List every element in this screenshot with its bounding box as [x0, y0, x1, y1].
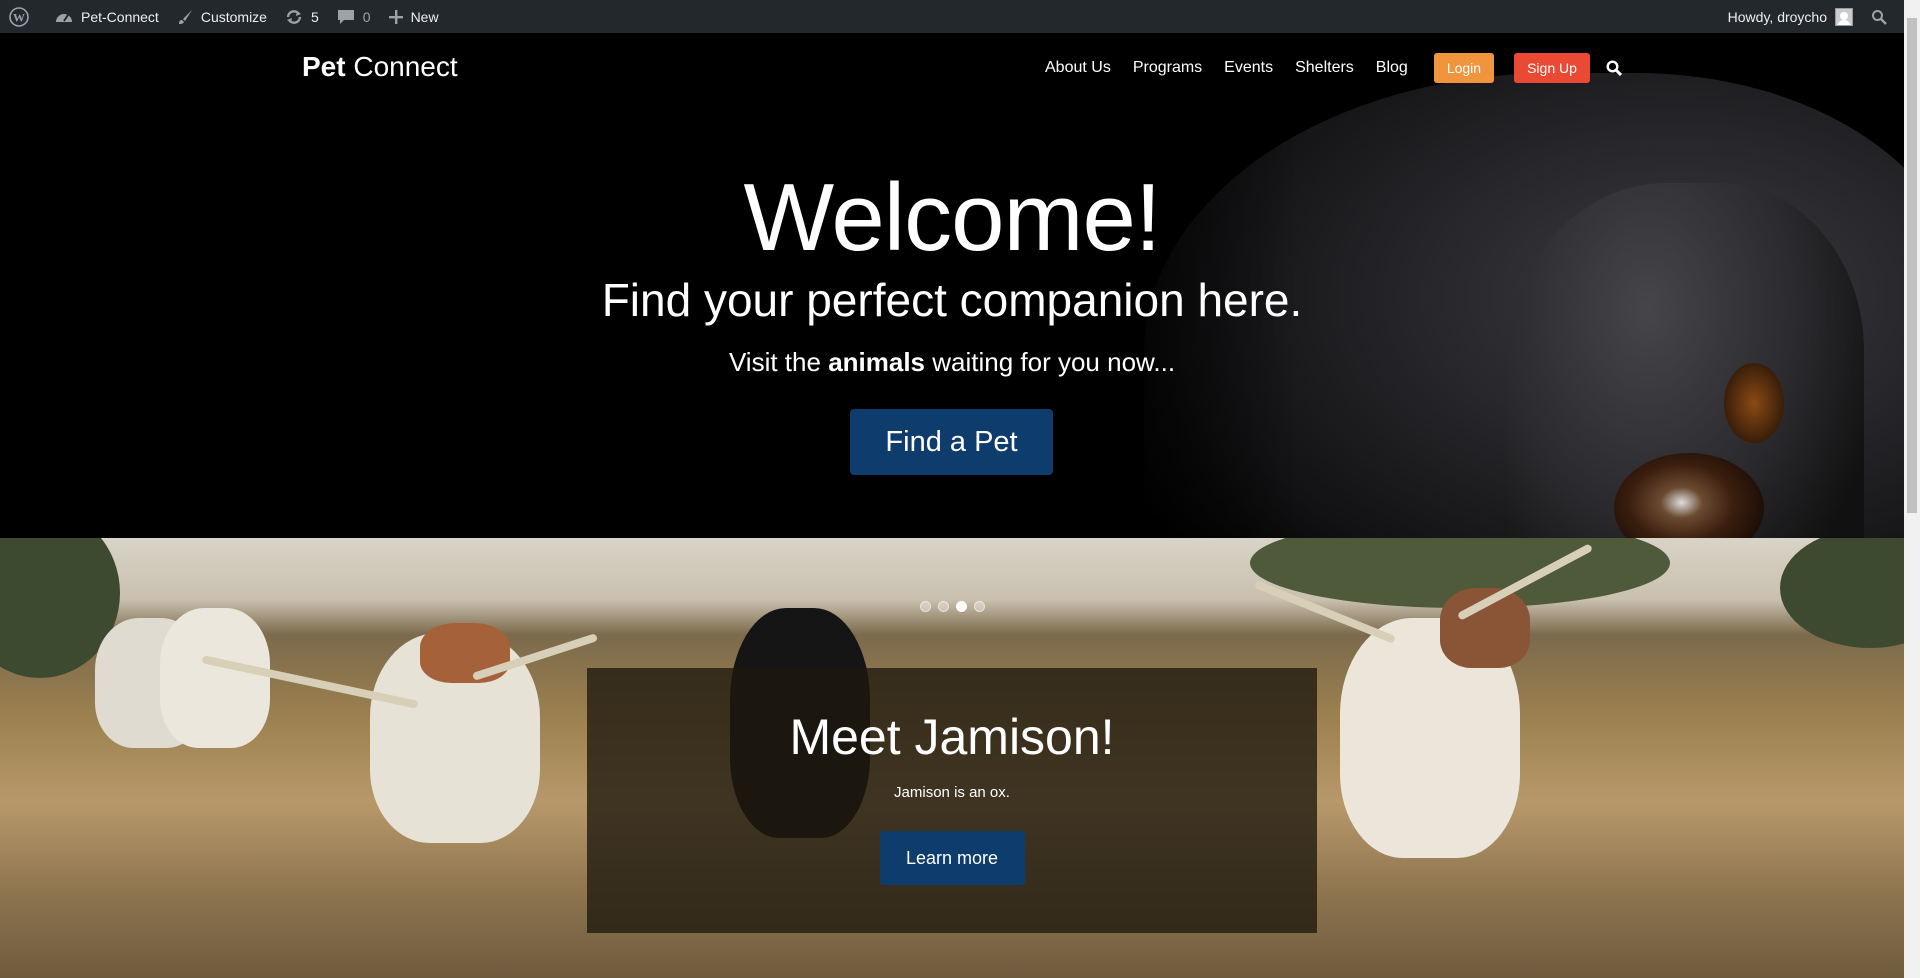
site-name-button[interactable]: Pet-Connect: [46, 0, 168, 33]
slide-caption: Meet Jamison! Jamison is an ox. Learn mo…: [587, 668, 1317, 933]
page-scrollbar[interactable]: [1904, 0, 1920, 978]
wordpress-logo-button[interactable]: W: [0, 0, 46, 33]
visit-prefix: Visit the: [728, 347, 829, 377]
updates-count: 5: [310, 8, 319, 25]
slider-dot-3[interactable]: [956, 601, 967, 612]
slider-pagination: [920, 601, 992, 612]
hero-title: Welcome!: [743, 164, 1161, 271]
visit-suffix: waiting for you now...: [925, 347, 1176, 377]
updates-button[interactable]: 5: [276, 0, 328, 33]
tree-shape: [1780, 538, 1904, 648]
new-content-button[interactable]: New: [380, 0, 448, 33]
paintbrush-icon: [178, 9, 192, 24]
hero-subtext: Visit the animals waiting for you now...: [0, 347, 1904, 378]
search-icon[interactable]: [1606, 60, 1622, 76]
scrollbar-thumb[interactable]: [1907, 18, 1917, 513]
cow-shape: [160, 608, 270, 748]
visit-bold: animals: [828, 347, 926, 377]
animal-slider: Meet Jamison! Jamison is an ox. Learn mo…: [0, 538, 1904, 978]
signup-button[interactable]: Sign Up: [1514, 53, 1590, 83]
wordpress-icon: W: [9, 6, 29, 27]
updates-icon: [286, 9, 302, 24]
site-name-label: Pet-Connect: [81, 8, 159, 25]
main-menu: About Us Programs Events Shelters Blog L…: [1045, 53, 1622, 83]
brand-bold: Pet: [302, 51, 346, 82]
comment-icon: [337, 9, 354, 24]
search-icon: [1872, 9, 1887, 25]
admin-bar: W Pet-Connect Customize 5 0 New Howdy, d…: [0, 0, 1904, 33]
plus-icon: [388, 9, 403, 24]
slide-text: Jamison is an ox.: [894, 784, 1010, 801]
site-header: Pet Connect About Us Programs Events She…: [0, 33, 1904, 103]
slide-title: Meet Jamison!: [789, 709, 1115, 765]
nav-blog[interactable]: Blog: [1376, 59, 1408, 77]
customize-button[interactable]: Customize: [168, 0, 276, 33]
comments-button[interactable]: 0: [328, 0, 380, 33]
howdy-label: Howdy, droycho: [1727, 8, 1827, 25]
new-label: New: [410, 8, 439, 25]
brand-light: Connect: [345, 51, 458, 82]
learn-more-button[interactable]: Learn more: [879, 831, 1025, 885]
login-button[interactable]: Login: [1433, 53, 1495, 83]
svg-text:W: W: [13, 10, 25, 24]
customize-label: Customize: [200, 8, 267, 25]
comments-count: 0: [362, 8, 371, 25]
dashboard-icon: [56, 13, 72, 22]
slider-dot-1[interactable]: [920, 601, 931, 612]
nav-programs[interactable]: Programs: [1133, 59, 1202, 77]
nav-events[interactable]: Events: [1224, 59, 1273, 77]
nav-shelters[interactable]: Shelters: [1295, 59, 1354, 77]
hero-tagline: Find your perfect companion here.: [601, 274, 1303, 326]
my-account-button[interactable]: Howdy, droycho: [1719, 0, 1862, 33]
avatar: [1835, 7, 1853, 26]
admin-search-button[interactable]: [1862, 0, 1904, 33]
site-logo[interactable]: Pet Connect: [302, 51, 458, 83]
hero-section: Welcome! Find your perfect companion her…: [0, 33, 1904, 538]
nav-about-us[interactable]: About Us: [1045, 59, 1111, 77]
slider-dot-4[interactable]: [974, 601, 985, 612]
slider-dot-2[interactable]: [938, 601, 949, 612]
find-a-pet-button[interactable]: Find a Pet: [850, 409, 1053, 475]
cow-shape: [420, 623, 510, 683]
